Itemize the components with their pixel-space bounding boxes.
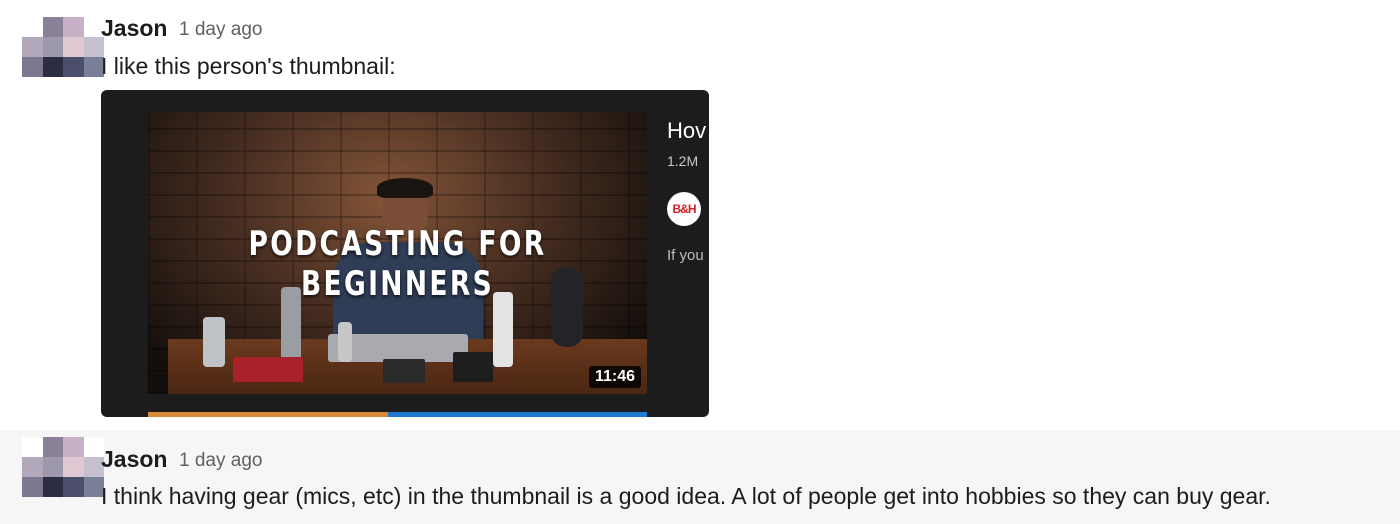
microphone-icon <box>338 322 352 362</box>
microphone-icon <box>203 317 225 367</box>
message-text: I think having gear (mics, etc) in the t… <box>101 483 1271 509</box>
author-name[interactable]: Jason <box>101 15 167 42</box>
message-2[interactable]: Jason 1 day ago I think having gear (mic… <box>0 430 1400 524</box>
recorder-image <box>383 359 425 383</box>
message-text: I like this person's thumbnail: <box>101 53 396 79</box>
video-description: If you <box>667 247 704 264</box>
video-thumbnail[interactable]: PODCASTING FOR BEGINNERS 11:46 <box>148 112 647 394</box>
video-title[interactable]: Hov <box>667 118 706 144</box>
channel-logo-text: B&H <box>672 202 697 216</box>
timestamp[interactable]: 1 day ago <box>179 19 262 41</box>
avatar[interactable] <box>22 437 104 497</box>
avatar[interactable] <box>22 17 104 77</box>
watch-progress-bar <box>148 412 647 417</box>
timestamp[interactable]: 1 day ago <box>179 450 262 472</box>
video-views: 1.2M <box>667 153 699 169</box>
watch-progress-fill <box>148 412 388 417</box>
author-name[interactable]: Jason <box>101 446 167 473</box>
video-embed[interactable]: PODCASTING FOR BEGINNERS 11:46 Hov 1.2M … <box>101 90 709 417</box>
audio-interface-image <box>233 357 303 382</box>
thumbnail-title: PODCASTING FOR BEGINNERS <box>248 224 547 304</box>
video-duration: 11:46 <box>588 366 641 388</box>
channel-logo-icon[interactable]: B&H <box>667 192 701 226</box>
recorder-image <box>453 352 493 382</box>
message-1[interactable]: Jason 1 day ago I like this person's thu… <box>0 0 1400 430</box>
